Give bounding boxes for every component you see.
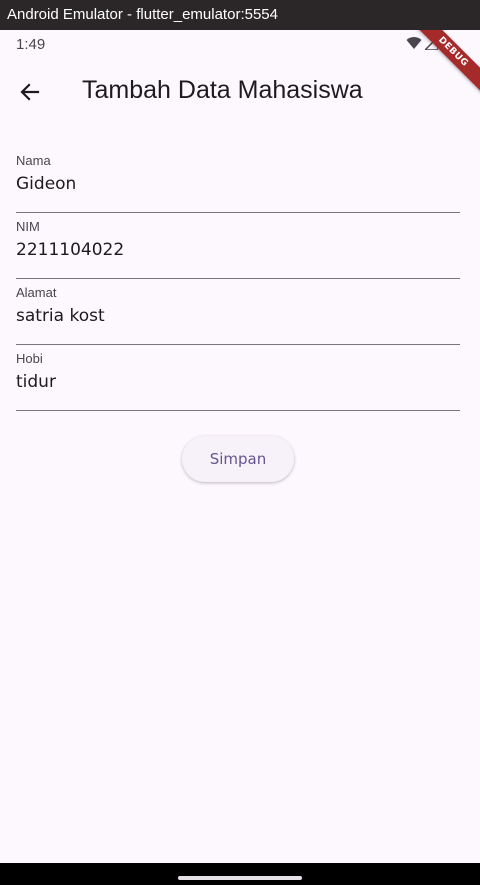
nim-input[interactable] — [16, 240, 460, 260]
arrow-back-icon — [20, 83, 40, 101]
hobi-field[interactable]: Hobi — [16, 345, 460, 411]
nama-input[interactable] — [16, 174, 460, 194]
back-button[interactable] — [6, 68, 54, 116]
student-form: Nama NIM Alamat Hobi — [16, 147, 460, 411]
alamat-label: Alamat — [16, 285, 57, 300]
nim-field[interactable]: NIM — [16, 213, 460, 279]
navigation-bar — [0, 863, 480, 885]
status-time: 1:49 — [16, 36, 46, 53]
save-button[interactable]: Simpan — [182, 436, 294, 482]
wifi-icon — [406, 37, 422, 49]
gesture-handle[interactable] — [178, 876, 302, 880]
emulator-window-title: Android Emulator - flutter_emulator:5554 — [0, 0, 480, 30]
app-bar: Tambah Data Mahasiswa — [0, 60, 480, 124]
alamat-field[interactable]: Alamat — [16, 279, 460, 345]
nim-label: NIM — [16, 219, 40, 234]
phone-screen: 1:49 DEBUG Tambah Data Mahasiswa Nama Gi… — [0, 30, 480, 863]
hobi-input[interactable] — [16, 372, 460, 392]
nama-field[interactable]: Nama — [16, 147, 460, 213]
alamat-input[interactable] — [16, 306, 460, 326]
nama-label: Nama — [16, 153, 51, 168]
status-bar: 1:49 — [0, 30, 480, 60]
hobi-label: Hobi — [16, 351, 43, 366]
page-title: Tambah Data Mahasiswa — [82, 76, 363, 104]
